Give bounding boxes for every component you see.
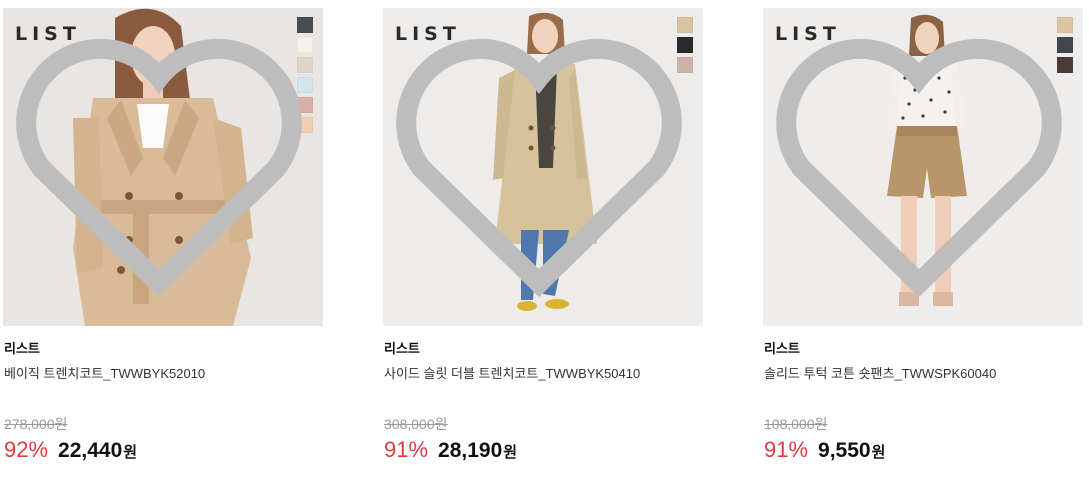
discount-rate: 91% [384, 437, 429, 462]
wishlist-heart-icon[interactable] [763, 8, 1079, 322]
product-card[interactable]: LIST 리스트 사이드 슬릿 더블 트렌치코트_TWWBYK50410 308… [383, 0, 705, 481]
product-card[interactable]: LIST 리스트 솔리드 투턱 코튼 숏팬츠_TWWSPK60040 108,0… [763, 0, 1085, 481]
original-price: 108,000원 [764, 416, 828, 432]
discount-rate: 92% [4, 437, 49, 462]
brand-name[interactable]: 리스트 [4, 338, 40, 357]
product-name[interactable]: 솔리드 투턱 코튼 숏팬츠_TWWSPK60040 [764, 363, 996, 382]
product-name[interactable]: 사이드 슬릿 더블 트렌치코트_TWWBYK50410 [384, 363, 640, 382]
product-image[interactable]: LIST [763, 8, 1083, 326]
product-image[interactable]: LIST [383, 8, 703, 326]
sale-price: 22,440 [58, 439, 123, 462]
wishlist-heart-icon[interactable] [3, 8, 319, 322]
product-image[interactable]: LIST [3, 8, 323, 326]
currency-unit: 원 [503, 444, 518, 461]
product-card[interactable]: LIST 리스트 베이직 트렌치코트_TWWBYK52010 278,000원 … [3, 0, 325, 481]
brand-name[interactable]: 리스트 [764, 338, 800, 357]
wishlist-heart-icon[interactable] [383, 8, 699, 322]
price-line: 91% 28,190 원 [384, 437, 517, 463]
price-line: 91% 9,550 원 [764, 437, 885, 463]
sale-price: 28,190 [438, 439, 503, 462]
sale-price: 9,550 [818, 439, 871, 462]
product-name[interactable]: 베이직 트렌치코트_TWWBYK52010 [4, 363, 205, 382]
currency-unit: 원 [123, 444, 138, 461]
original-price: 308,000원 [384, 416, 448, 432]
discount-rate: 91% [764, 437, 809, 462]
currency-unit: 원 [871, 444, 886, 461]
brand-name[interactable]: 리스트 [384, 338, 420, 357]
original-price: 278,000원 [4, 416, 68, 432]
price-line: 92% 22,440 원 [4, 437, 137, 463]
